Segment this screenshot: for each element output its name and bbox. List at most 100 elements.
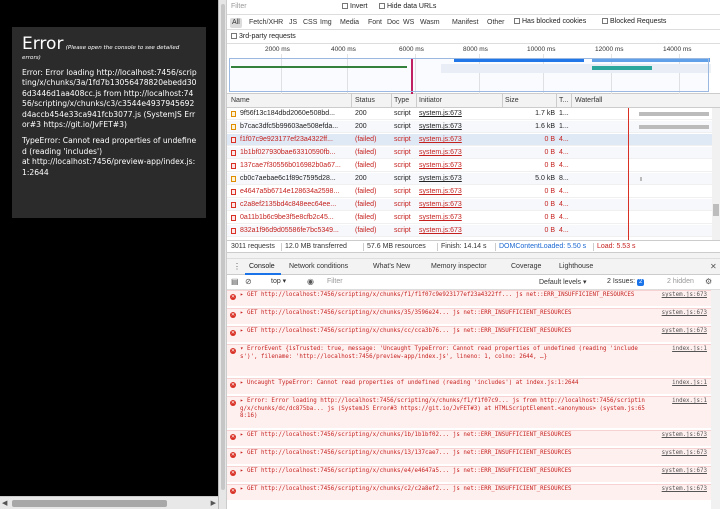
invert-checkbox[interactable]: Invert xyxy=(342,3,368,10)
column-type[interactable]: Type xyxy=(394,97,409,104)
type-filter-other[interactable]: Other xyxy=(487,18,505,28)
type-filter-doc[interactable]: Doc xyxy=(387,18,399,28)
request-initiator[interactable]: system.js:673 xyxy=(419,147,499,159)
checkbox-icon[interactable] xyxy=(342,3,348,10)
checkbox-icon[interactable] xyxy=(231,33,237,40)
table-row[interactable]: 0a11b1b6c9be3f5e8cfb2c45... (failed) scrip… xyxy=(227,212,720,224)
console-message-source-link[interactable]: system.js:673 xyxy=(662,328,707,336)
sidebar-toggle-icon[interactable]: ▤ xyxy=(231,277,239,286)
console-filter-input[interactable]: Filter xyxy=(327,277,527,287)
console-message-source-link[interactable]: system.js:673 xyxy=(662,468,707,476)
console-error-message[interactable]: ✕ ▸ GET http://localhost:7456/scripting/x… xyxy=(227,430,711,446)
request-initiator[interactable]: system.js:673 xyxy=(419,121,499,133)
column-initiator[interactable]: Initiator xyxy=(419,97,442,104)
splitter-scroll-thumb[interactable] xyxy=(221,4,225,490)
type-filter-img[interactable]: Img xyxy=(320,18,332,28)
type-filter-ws[interactable]: WS xyxy=(403,18,414,28)
column-status[interactable]: Status xyxy=(355,97,375,104)
request-name[interactable]: 9f56f13c184dbd2060e508bd... xyxy=(240,108,348,120)
console-error-message[interactable]: ✕ ▸ Uncaught TypeError: Cannot read prope… xyxy=(227,378,711,394)
console-error-message[interactable]: ✕ ▸ GET http://localhost:7456/scripting/x… xyxy=(227,308,711,324)
request-initiator[interactable]: system.js:673 xyxy=(419,199,499,211)
type-filter-font[interactable]: Font xyxy=(368,18,382,28)
request-initiator[interactable]: system.js:673 xyxy=(419,160,499,172)
settings-gear-icon[interactable]: ⚙ xyxy=(705,277,712,286)
request-name[interactable]: c2a8ef2135bd4c848eec64ee... xyxy=(240,199,348,211)
context-select[interactable]: top ▾ xyxy=(271,277,286,285)
request-name[interactable]: 1b1bf027930bae63310590fb... xyxy=(240,147,348,159)
request-name[interactable]: 137cae7f30556b016982b0a67... xyxy=(240,160,348,172)
scroll-left-icon[interactable]: ◀ xyxy=(2,499,7,507)
console-error-message[interactable]: ✕ ▸ GET http://localhost:7456/scripting/x… xyxy=(227,466,711,482)
blocked-requests-checkbox[interactable]: Blocked Requests xyxy=(602,18,666,25)
request-name[interactable]: 832a1f96d9d05586fe7bc5349... xyxy=(240,225,348,237)
type-filter-manifest[interactable]: Manifest xyxy=(452,18,478,28)
checkbox-icon[interactable] xyxy=(602,18,608,25)
table-row[interactable]: 9f56f13c184dbd2060e508bd... 200 script syst… xyxy=(227,108,720,120)
table-row[interactable]: 832a1f96d9d05586fe7bc5349... (failed) scri… xyxy=(227,225,720,237)
type-filter-css[interactable]: CSS xyxy=(303,18,317,28)
console-message-source-link[interactable]: system.js:673 xyxy=(662,486,707,494)
request-initiator[interactable]: system.js:673 xyxy=(419,108,499,120)
clear-console-icon[interactable]: ⊘ xyxy=(245,277,252,286)
table-row[interactable]: cb0c7aebae6c1f89c7595d28... 200 script syst… xyxy=(227,173,720,185)
column-divider[interactable] xyxy=(556,94,557,108)
live-expression-eye-icon[interactable]: ◉ xyxy=(307,277,314,286)
column-divider[interactable] xyxy=(502,94,503,108)
network-overview-timeline[interactable]: 2000 ms 4000 ms 6000 ms 8000 ms 10000 ms 1200… xyxy=(227,44,720,94)
checkbox-icon[interactable] xyxy=(514,18,520,25)
third-party-checkbox[interactable]: 3rd-party requests xyxy=(231,33,296,40)
tab-what-s-new[interactable]: What's New xyxy=(373,263,410,270)
console-message-source-link[interactable]: system.js:673 xyxy=(662,292,707,300)
console-scrollbar[interactable] xyxy=(711,290,720,509)
table-row[interactable]: b7cac3dfc5b99603ae508efda... 200 script sys… xyxy=(227,121,720,133)
console-error-message[interactable]: ✕ ▸ GET http://localhost:7456/scripting/x… xyxy=(227,448,711,464)
table-row[interactable]: c2a8ef2135bd4c848eec64ee... (failed) scrip… xyxy=(227,199,720,211)
request-initiator[interactable]: system.js:673 xyxy=(419,173,499,185)
app-horizontal-scrollbar[interactable]: ◀ ▶ xyxy=(0,496,218,509)
column-waterfall[interactable]: Waterfall xyxy=(575,97,602,104)
request-name[interactable]: 0a11b1b6c9be3f5e8cfb2c45... xyxy=(240,212,348,224)
table-row[interactable]: 1b1bf027930bae63310590fb... (failed) scrip… xyxy=(227,147,720,159)
more-tabs-icon[interactable]: ⋮ xyxy=(233,262,241,271)
network-filter-input[interactable]: Filter xyxy=(229,2,329,12)
console-error-message[interactable]: ✕ ▸ GET http://localhost:7456/scripting/x… xyxy=(227,326,711,342)
blocked-cookies-checkbox[interactable]: Has blocked cookies xyxy=(514,18,586,25)
close-drawer-icon[interactable]: ✕ xyxy=(710,262,717,271)
overview-selection[interactable] xyxy=(229,58,709,92)
type-filter-js[interactable]: JS xyxy=(289,18,297,28)
table-row[interactable]: 137cae7f30556b016982b0a67... (failed) scri… xyxy=(227,160,720,172)
table-row[interactable]: f1f07c9e923177ef23a4322ff... (failed) scri… xyxy=(227,134,720,146)
tab-lighthouse[interactable]: Lighthouse xyxy=(559,263,593,270)
type-filter-wasm[interactable]: Wasm xyxy=(420,18,440,28)
request-initiator[interactable]: system.js:673 xyxy=(419,186,499,198)
tab-memory-inspector[interactable]: Memory inspector xyxy=(431,263,487,270)
console-error-message[interactable]: ✕ ▸ Error: Error loading http://localhost… xyxy=(227,396,711,428)
type-filter-fetch-xhr[interactable]: Fetch/XHR xyxy=(249,18,283,28)
scrollbar-thumb[interactable] xyxy=(713,204,719,216)
request-initiator[interactable]: system.js:673 xyxy=(419,225,499,237)
checkbox-icon[interactable] xyxy=(379,3,385,10)
column-time[interactable]: T... xyxy=(559,97,568,104)
request-initiator[interactable]: system.js:673 xyxy=(419,134,499,146)
console-message-source-link[interactable]: system.js:673 xyxy=(662,432,707,440)
console-error-message[interactable]: ✕ ▾ ErrorEvent {isTrusted: true, message:… xyxy=(227,344,711,376)
console-message-source-link[interactable]: system.js:673 xyxy=(662,310,707,318)
console-message-source-link[interactable]: index.js:1 xyxy=(672,380,707,388)
scroll-right-icon[interactable]: ▶ xyxy=(211,499,216,507)
console-error-message[interactable]: ✕ ▸ GET http://localhost:7456/scripting/x… xyxy=(227,290,711,306)
request-name[interactable]: f1f07c9e923177ef23a4322ff... xyxy=(240,134,348,146)
request-name[interactable]: e4647a5b6714e128634a2598... xyxy=(240,186,348,198)
console-error-message[interactable]: ✕ ▸ GET http://localhost:7456/scripting/x… xyxy=(227,484,711,500)
request-name[interactable]: cb0c7aebae6c1f89c7595d28... xyxy=(240,173,348,185)
hide-data-urls-checkbox[interactable]: Hide data URLs xyxy=(379,3,436,10)
network-list-scrollbar[interactable] xyxy=(712,108,720,240)
type-filter-all[interactable]: All xyxy=(230,18,242,28)
tab-coverage[interactable]: Coverage xyxy=(511,263,541,270)
type-filter-media[interactable]: Media xyxy=(340,18,359,28)
issues-counter[interactable]: 2 Issues: 2 xyxy=(607,278,645,286)
column-divider[interactable] xyxy=(571,94,572,108)
request-initiator[interactable]: system.js:673 xyxy=(419,212,499,224)
scrollbar-thumb[interactable] xyxy=(12,500,167,507)
column-divider[interactable] xyxy=(416,94,417,108)
